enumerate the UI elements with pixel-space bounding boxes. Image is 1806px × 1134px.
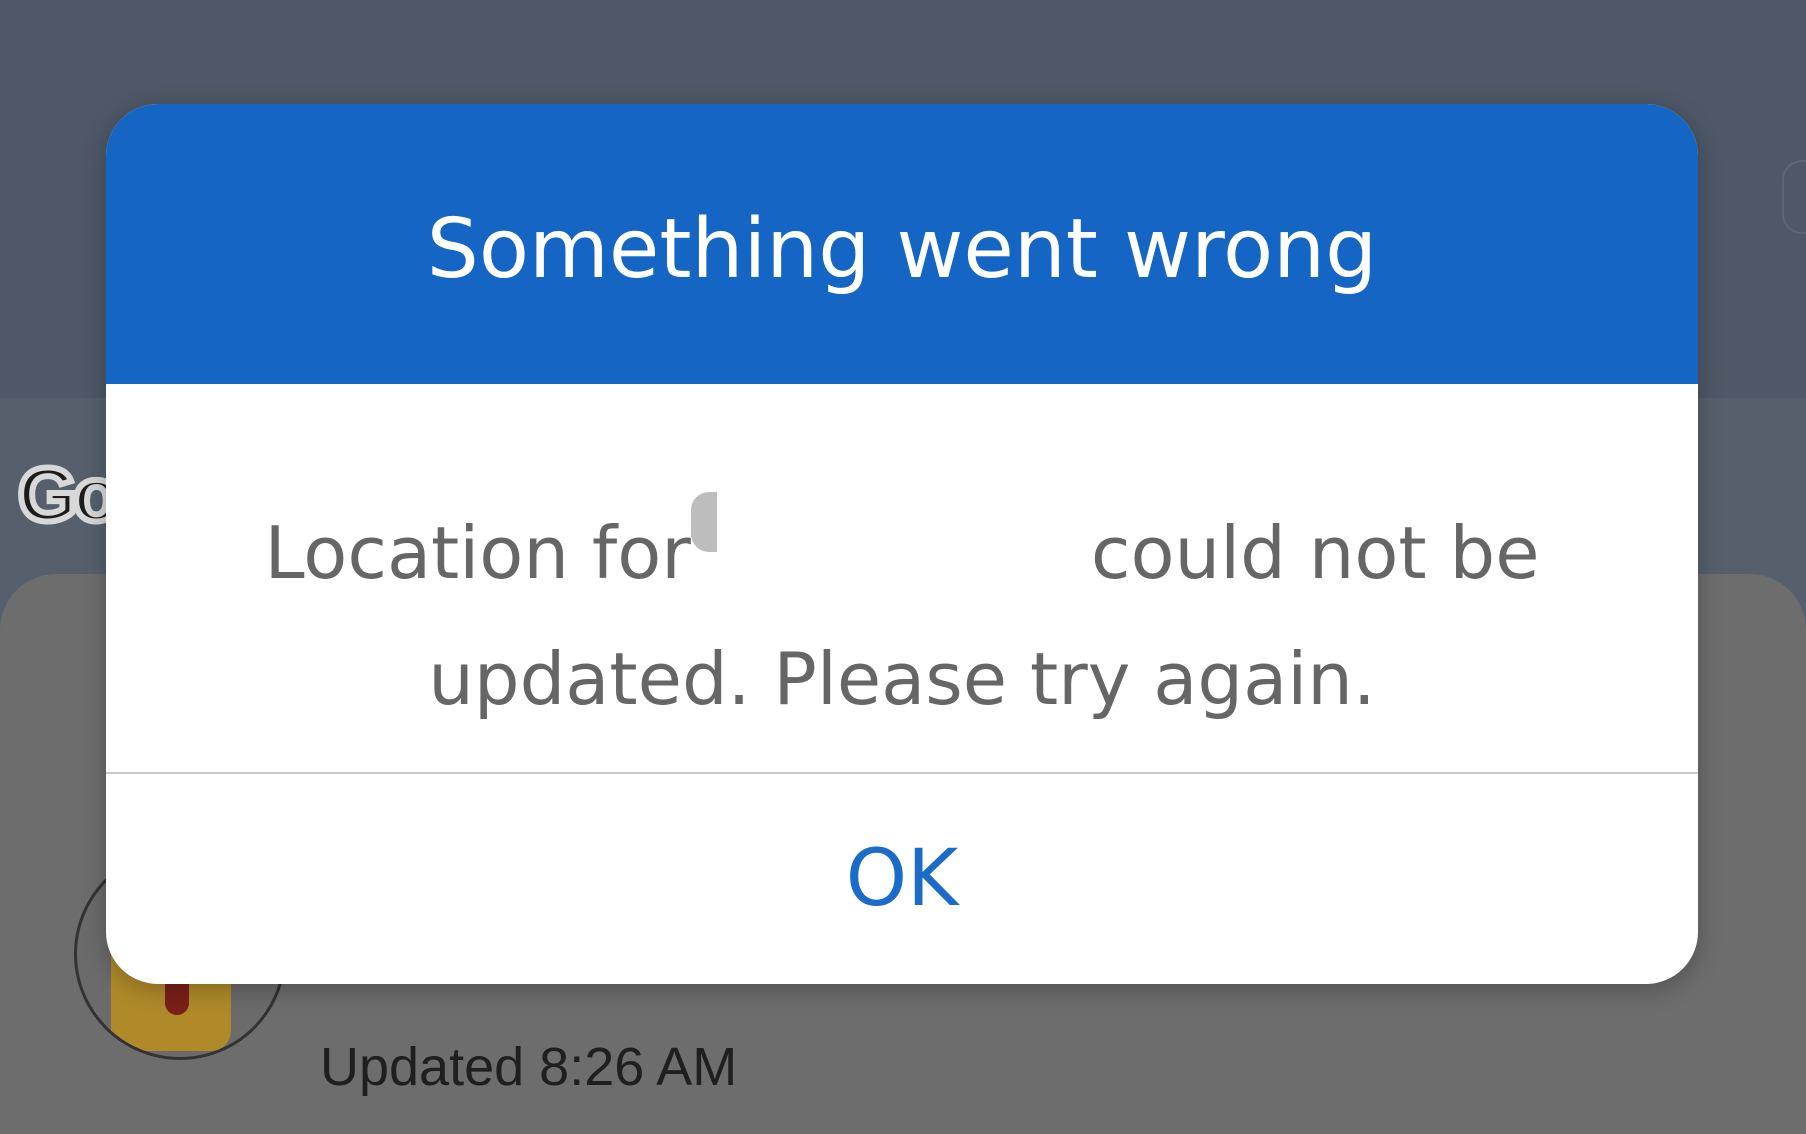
dialog-message: Location for could not be updated. Please…: [166, 480, 1638, 738]
ok-button[interactable]: OK: [106, 774, 1698, 984]
message-prefix: Location for: [264, 511, 691, 595]
redacted-name: [690, 480, 1091, 620]
dialog-header: Something went wrong: [106, 104, 1698, 384]
error-dialog: Something went wrong Location for could n…: [106, 104, 1698, 984]
updated-timestamp: Updated 8:26 AM: [320, 1037, 738, 1097]
dialog-body: Location for could not be updated. Please…: [166, 384, 1638, 774]
background-edge-control: [1782, 160, 1806, 234]
dialog-title: Something went wrong: [426, 201, 1378, 297]
background-logo: Go: [15, 450, 123, 541]
